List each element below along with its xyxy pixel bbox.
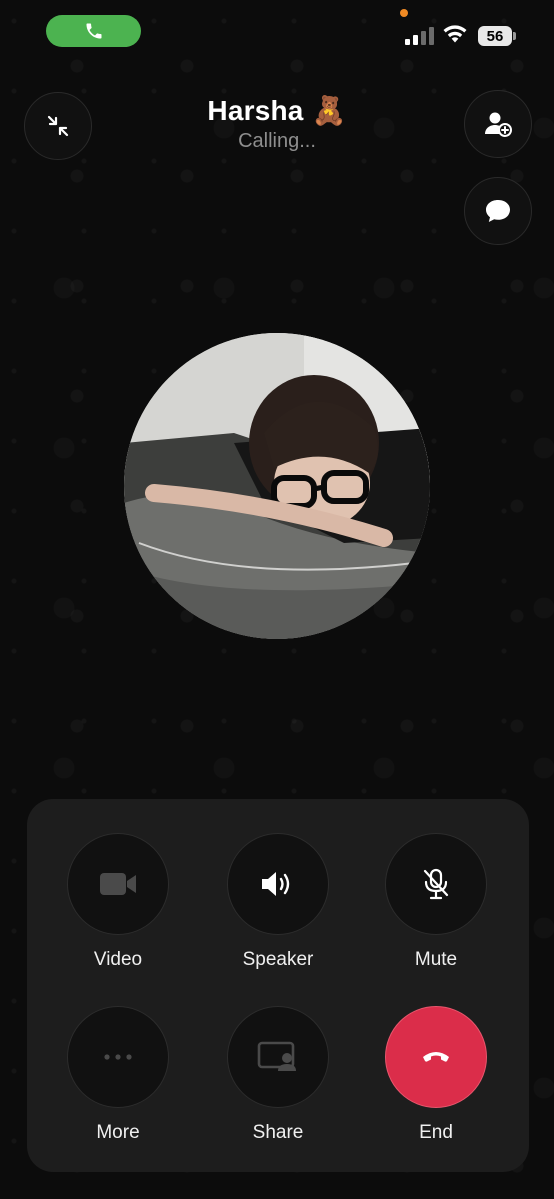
- video-button[interactable]: [67, 833, 169, 935]
- speaker-button[interactable]: [227, 833, 329, 935]
- mute-button[interactable]: [385, 833, 487, 935]
- call-screen: 56 Harsha 🧸 Calling... Video Speaker Mut…: [0, 0, 554, 1199]
- add-person-icon: [485, 112, 512, 137]
- end-call-icon: [423, 1052, 449, 1062]
- end-label: End: [419, 1122, 453, 1143]
- more-button[interactable]: [67, 1006, 169, 1108]
- end-call-button[interactable]: [385, 1006, 487, 1108]
- mute-label: Mute: [414, 949, 458, 970]
- battery-indicator: 56: [478, 26, 516, 46]
- ongoing-call-pill[interactable]: [46, 15, 141, 47]
- more-label: More: [96, 1122, 140, 1143]
- share-button[interactable]: [227, 1006, 329, 1108]
- chat-bubble-icon: [486, 200, 510, 222]
- speaker-icon: [262, 872, 290, 896]
- privacy-indicator-dot: [400, 9, 408, 17]
- caller-avatar: [124, 333, 430, 639]
- call-controls-panel: Video Speaker Mute More Share End: [27, 799, 529, 1172]
- more-dots-icon: [104, 1054, 132, 1060]
- speaker-label: Speaker: [242, 949, 314, 970]
- status-bar: 56: [0, 0, 554, 70]
- video-label: Video: [93, 949, 143, 970]
- video-camera-icon: [100, 873, 136, 895]
- message-button[interactable]: [464, 177, 532, 245]
- wifi-icon: [442, 24, 468, 49]
- share-label: Share: [252, 1122, 304, 1143]
- mic-off-icon: [423, 868, 449, 900]
- screen-share-icon: [257, 1041, 296, 1071]
- phone-icon: [86, 23, 101, 39]
- avatar-photo: [124, 333, 430, 639]
- cellular-signal-icon: [405, 27, 434, 45]
- add-participant-button[interactable]: [464, 90, 532, 158]
